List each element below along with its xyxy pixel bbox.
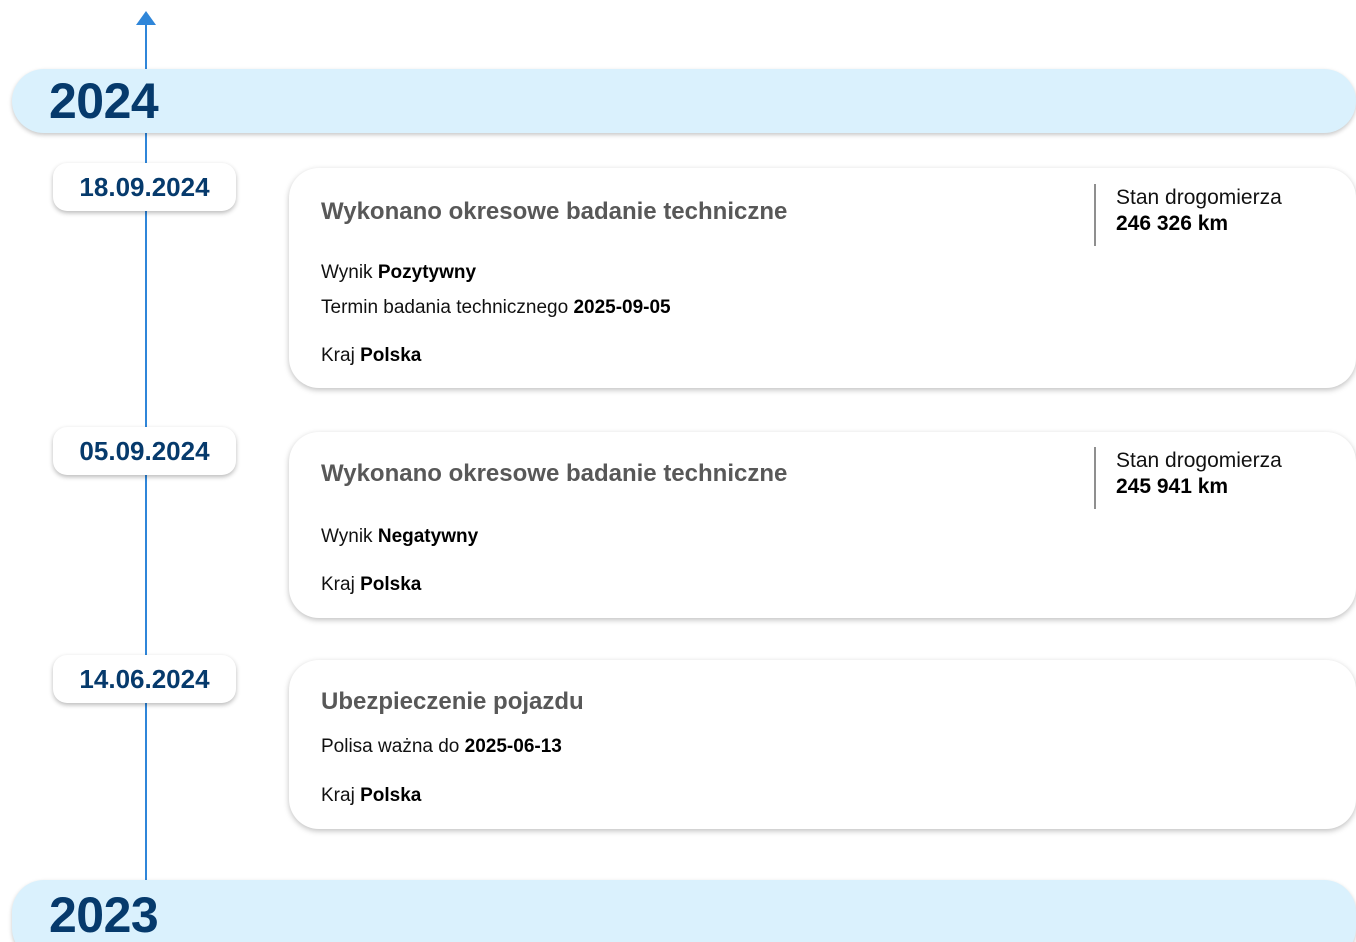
timeline-arrow-up-icon xyxy=(136,11,156,25)
detail-value: Polska xyxy=(360,574,422,595)
event-card: Wykonano okresowe badanie techniczne Sta… xyxy=(289,432,1356,618)
detail-value: Pozytywny xyxy=(377,262,477,283)
event-detail-row: Kraj Polska xyxy=(321,574,421,596)
event-title: Ubezpieczenie pojazdu xyxy=(321,688,584,715)
year-banner-2023: 2023 xyxy=(12,880,1356,942)
odometer-label: Stan drogomierza xyxy=(1116,186,1282,209)
detail-value: Polska xyxy=(360,785,422,806)
detail-label: Wynik xyxy=(321,262,378,283)
event-detail-row: Wynik Pozytywny xyxy=(321,262,476,284)
event-date-badge: 14.06.2024 xyxy=(53,655,236,703)
timeline-page: 2024 18.09.2024 Wykonano okresowe badani… xyxy=(0,0,1356,942)
event-card: Wykonano okresowe badanie techniczne Sta… xyxy=(289,168,1356,388)
timeline-line xyxy=(145,24,147,942)
odometer-value: 246 326 km xyxy=(1116,212,1229,235)
detail-label: Wynik xyxy=(321,526,378,547)
event-detail-row: Kraj Polska xyxy=(321,345,421,367)
year-banner-2024: 2024 xyxy=(12,69,1356,133)
event-date: 18.09.2024 xyxy=(79,171,210,202)
odometer-label: Stan drogomierza xyxy=(1116,449,1282,472)
detail-label: Kraj xyxy=(321,785,361,806)
detail-label: Termin badania technicznego xyxy=(321,297,574,318)
year-label: 2024 xyxy=(49,73,159,129)
event-detail-row: Polisa ważna do 2025-06-13 xyxy=(321,736,562,758)
event-title: Wykonano okresowe badanie techniczne xyxy=(321,198,788,225)
odometer-reading: Stan drogomierza 246 326 km xyxy=(1094,184,1324,246)
detail-label: Kraj xyxy=(321,345,361,366)
event-card: Ubezpieczenie pojazdu Polisa ważna do 20… xyxy=(289,660,1356,829)
odometer-value: 245 941 km xyxy=(1116,475,1229,498)
event-detail-row: Kraj Polska xyxy=(321,785,421,807)
event-detail-row: Wynik Negatywny xyxy=(321,526,478,548)
event-detail-row: Termin badania technicznego 2025-09-05 xyxy=(321,297,671,319)
year-label: 2023 xyxy=(49,887,159,942)
detail-label: Kraj xyxy=(321,574,361,595)
detail-value: 2025-09-05 xyxy=(573,297,671,318)
event-title: Wykonano okresowe badanie techniczne xyxy=(321,460,788,487)
event-date: 05.09.2024 xyxy=(79,435,210,466)
detail-value: Polska xyxy=(360,345,422,366)
odometer-reading: Stan drogomierza 245 941 km xyxy=(1094,447,1324,509)
event-date-badge: 05.09.2024 xyxy=(53,427,236,475)
event-date: 14.06.2024 xyxy=(79,663,210,694)
detail-label: Polisa ważna do xyxy=(321,736,465,757)
detail-value: 2025-06-13 xyxy=(464,736,562,757)
event-date-badge: 18.09.2024 xyxy=(53,163,236,211)
detail-value: Negatywny xyxy=(377,526,479,547)
